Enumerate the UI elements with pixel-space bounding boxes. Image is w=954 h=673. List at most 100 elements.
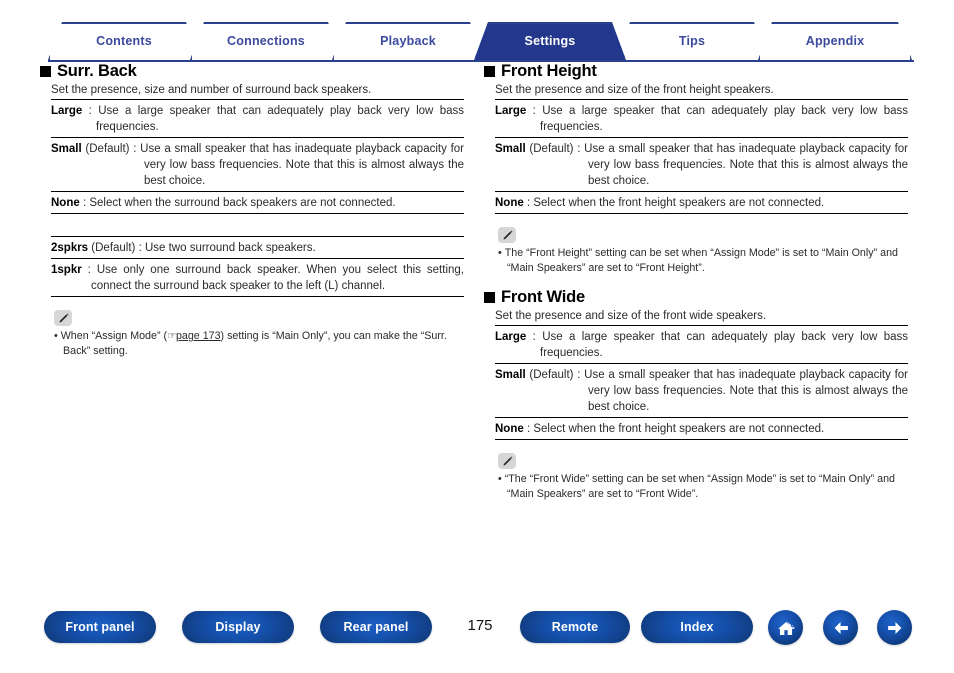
button-label: Remote <box>551 620 599 634</box>
button-label: Front panel <box>65 620 135 634</box>
tab-tips[interactable]: Tips <box>616 22 768 60</box>
display-button[interactable]: Display <box>182 611 294 643</box>
table-spacer <box>40 214 464 236</box>
tab-label: Tips <box>678 34 706 48</box>
definition-text: (Default) : Use a small speaker that has… <box>525 142 908 187</box>
definition-term: None <box>495 422 524 435</box>
definition-text: : Use a large speaker that can adequatel… <box>526 104 908 133</box>
section-description: Set the presence, size and number of sur… <box>51 84 372 96</box>
definition-text: : Use a large speaker that can adequatel… <box>82 104 464 133</box>
definition-table-speaker-count: 2spkrs (Default) : Use two surround back… <box>51 236 464 297</box>
remote-button[interactable]: Remote <box>520 611 630 643</box>
button-label: Rear panel <box>343 620 409 634</box>
button-label: Index <box>680 620 714 634</box>
tab-label: Contents <box>96 34 152 48</box>
definition-text: : Select when the surround back speakers… <box>79 196 396 209</box>
section-description: Set the presence and size of the front w… <box>495 310 767 322</box>
note-before-link: When “Assign Mode” ( <box>60 330 168 342</box>
definition-term: Small <box>495 368 526 381</box>
definition-row: None : Select when the surround back spe… <box>51 192 464 214</box>
definition-term: 2spkrs <box>51 241 89 254</box>
pointing-hand-icon: ☞ <box>167 330 176 342</box>
square-bullet-icon <box>484 66 495 77</box>
definition-term: Small <box>495 142 526 155</box>
section-title: Surr. Back <box>57 62 137 80</box>
definition-row: 2spkrs (Default) : Use two surround back… <box>51 237 464 259</box>
definition-text: : Select when the front height speakers … <box>523 196 825 209</box>
definition-term: Large <box>51 104 83 117</box>
section-heading-front-height: Front Height <box>484 62 908 81</box>
left-column: Surr. Back Set the presence, size and nu… <box>40 62 464 358</box>
tab-appendix[interactable]: Appendix <box>758 22 912 60</box>
tab-label: Playback <box>380 34 436 48</box>
tab-label: Connections <box>227 34 305 48</box>
definition-row: Large : Use a large speaker that can ade… <box>51 100 464 138</box>
pencil-icon <box>498 453 516 469</box>
definition-text: (Default) : Use a small speaker that has… <box>525 368 908 413</box>
right-column: Front Height Set the presence and size o… <box>484 62 908 501</box>
note-block-front-height: • The “Front Height” setting can be set … <box>498 227 908 275</box>
definition-text: (Default) : Use a small speaker that has… <box>81 142 464 187</box>
square-bullet-icon <box>484 292 495 303</box>
tab-playback[interactable]: Playback <box>332 22 484 60</box>
tab-label: Appendix <box>805 34 865 48</box>
definition-row: Small (Default) : Use a small speaker th… <box>495 364 908 418</box>
button-label: Display <box>215 620 261 634</box>
front-panel-button[interactable]: Front panel <box>44 611 156 643</box>
tab-settings[interactable]: Settings <box>474 22 626 60</box>
section-title: Front Wide <box>501 288 586 306</box>
note-text: • When “Assign Mode” (☞page 173) setting… <box>54 329 454 358</box>
definition-row: Large : Use a large speaker that can ade… <box>495 326 908 364</box>
definition-table-surr-back: Large : Use a large speaker that can ade… <box>51 99 464 214</box>
definition-term: Large <box>495 104 527 117</box>
section-title: Front Height <box>501 62 597 80</box>
definition-text: : Select when the front height speakers … <box>523 422 825 435</box>
definition-table-front-wide: Large : Use a large speaker that can ade… <box>495 325 908 440</box>
index-button[interactable]: Index <box>641 611 753 643</box>
note-block-front-wide: • “The “Front Wide” setting can be set w… <box>498 453 908 501</box>
section-heading-surr-back: Surr. Back <box>40 62 464 81</box>
section-heading-front-wide: Front Wide <box>484 288 908 307</box>
note-bullet: • <box>54 330 61 342</box>
definition-row: 1spkr : Use only one surround back speak… <box>51 259 464 297</box>
footer-bar: Front panel Display Rear panel 175 Remot… <box>0 601 954 673</box>
note-bullet: • <box>498 473 505 485</box>
page-number: 175 <box>467 617 493 634</box>
definition-row: None : Select when the front height spea… <box>495 192 908 214</box>
tab-contents[interactable]: Contents <box>48 22 200 60</box>
note-body: The “Front Height” setting can be set wh… <box>504 247 898 274</box>
tab-bar: Contents Connections Playback Settings T… <box>0 22 954 62</box>
definition-text: (Default) : Use two surround back speake… <box>88 241 316 254</box>
note-body: “The “Front Wide” setting can be set whe… <box>504 473 895 500</box>
pencil-icon <box>498 227 516 243</box>
previous-page-button[interactable] <box>823 610 858 645</box>
rear-panel-button[interactable]: Rear panel <box>320 611 432 643</box>
definition-row: Small (Default) : Use a small speaker th… <box>51 138 464 192</box>
definition-row: Small (Default) : Use a small speaker th… <box>495 138 908 192</box>
next-page-button[interactable] <box>877 610 912 645</box>
page-link[interactable]: page 173 <box>176 330 221 342</box>
definition-row: None : Select when the front height spea… <box>495 418 908 440</box>
note-bullet: • <box>498 247 505 259</box>
note-text: • The “Front Height” setting can be set … <box>498 246 898 275</box>
tab-label: Settings <box>524 34 576 48</box>
definition-term: Small <box>51 142 82 155</box>
pencil-icon <box>54 310 72 326</box>
home-button[interactable] <box>768 610 803 645</box>
definition-term: None <box>51 196 80 209</box>
note-text: • “The “Front Wide” setting can be set w… <box>498 472 898 501</box>
square-bullet-icon <box>40 66 51 77</box>
arrow-left-icon <box>834 621 848 634</box>
home-icon <box>777 620 795 635</box>
section-description: Set the presence and size of the front h… <box>495 84 774 96</box>
definition-term: None <box>495 196 524 209</box>
arrow-right-icon <box>887 621 901 634</box>
definition-term: 1spkr <box>51 263 82 276</box>
tab-connections[interactable]: Connections <box>190 22 342 60</box>
definition-table-front-height: Large : Use a large speaker that can ade… <box>495 99 908 214</box>
definition-term: Large <box>495 330 527 343</box>
definition-text: : Use a large speaker that can adequatel… <box>526 330 908 359</box>
note-block-surr-back: • When “Assign Mode” (☞page 173) setting… <box>54 310 464 358</box>
definition-row: Large : Use a large speaker that can ade… <box>495 100 908 138</box>
definition-text: : Use only one surround back speaker. Wh… <box>81 263 464 292</box>
